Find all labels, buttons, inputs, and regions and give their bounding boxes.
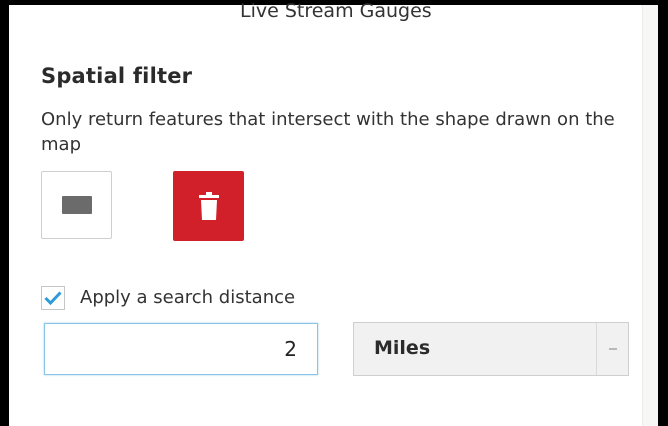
- dropdown-indicator-icon: [608, 348, 617, 350]
- trash-icon: [198, 192, 219, 220]
- filter-panel: Live Stream Gauges Spatial filter Only r…: [0, 0, 668, 426]
- rectangle-icon: [61, 196, 92, 214]
- checkmark-icon: [44, 291, 62, 305]
- unit-select-value: Miles: [374, 337, 431, 359]
- select-handle: [596, 323, 628, 375]
- search-distance-label: Apply a search distance: [80, 287, 296, 308]
- distance-unit-select[interactable]: Miles: [353, 322, 629, 376]
- left-border: [0, 0, 9, 426]
- clear-shape-button[interactable]: [173, 171, 244, 241]
- filter-description: Only return features that intersect with…: [41, 109, 615, 155]
- map-background-strip: [642, 5, 659, 426]
- section-heading: Spatial filter: [41, 64, 193, 88]
- right-border: [658, 0, 668, 426]
- search-distance-input[interactable]: [44, 323, 318, 375]
- panel-title: Live Stream Gauges: [240, 0, 432, 22]
- search-distance-checkbox[interactable]: [41, 286, 65, 310]
- draw-rectangle-button[interactable]: [41, 171, 112, 239]
